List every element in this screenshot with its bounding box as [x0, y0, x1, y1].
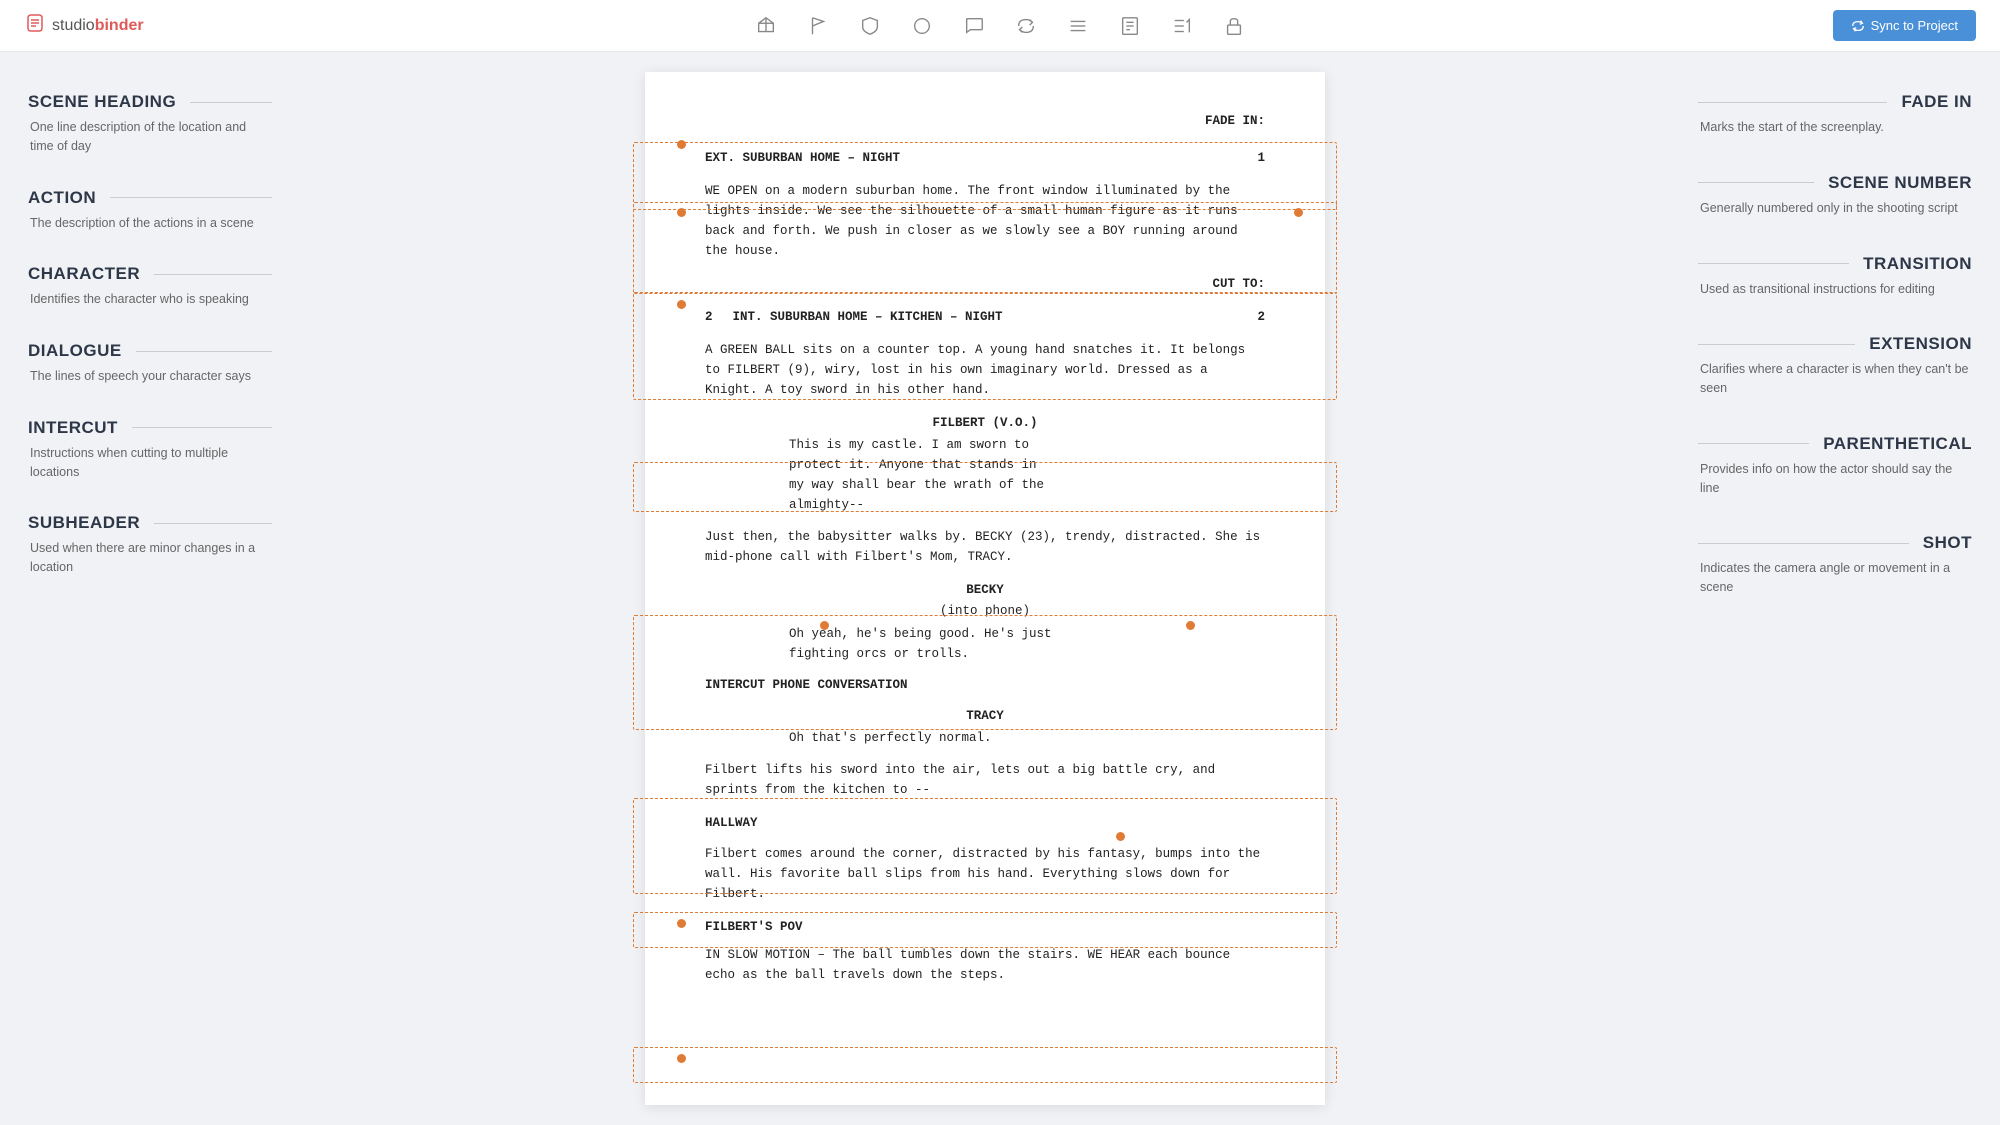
dot-intercut	[677, 919, 686, 928]
sidebar-title-character: CHARACTER	[28, 264, 272, 284]
lines-icon[interactable]	[1064, 12, 1092, 40]
sidebar-title-subheader: SUBHEADER	[28, 513, 272, 533]
right-title-shot: SHOT	[1698, 533, 1972, 553]
scene2-action5: IN SLOW MOTION – The ball tumbles down t…	[705, 945, 1265, 985]
right-item-parenthetical: PARENTHETICAL Provides info on how the a…	[1698, 434, 1972, 498]
right-item-transition: TRANSITION Used as transitional instruct…	[1698, 254, 1972, 299]
left-sidebar: SCENE HEADING One line description of th…	[0, 52, 300, 1125]
right-desc-fade-in: Marks the start of the screenplay.	[1698, 118, 1972, 137]
dialogue2: Oh yeah, he's being good. He's just figh…	[789, 624, 1181, 664]
sidebar-title-dialogue: DIALOGUE	[28, 341, 272, 361]
sidebar-desc-subheader: Used when there are minor changes in a l…	[28, 539, 272, 577]
sidebar-desc-dialogue: The lines of speech your character says	[28, 367, 272, 386]
right-desc-shot: Indicates the camera angle or movement i…	[1698, 559, 1972, 597]
logo-text: studiobinder	[52, 17, 144, 35]
dot-action1	[677, 300, 686, 309]
right-item-fade-in: FADE IN Marks the start of the screenpla…	[1698, 92, 1972, 137]
logo-studio: studio	[52, 17, 95, 34]
sidebar-desc-intercut: Instructions when cutting to multiple lo…	[28, 444, 272, 482]
scene2-number-right: 2	[1257, 308, 1265, 327]
sidebar-item-character: CHARACTER Identifies the character who i…	[28, 264, 272, 309]
sidebar-item-dialogue: DIALOGUE The lines of speech your charac…	[28, 341, 272, 386]
scene2-heading-row: 2 INT. SUBURBAN HOME – KITCHEN – NIGHT 2	[705, 308, 1265, 327]
right-item-shot: SHOT Indicates the camera angle or movem…	[1698, 533, 1972, 597]
bubble-icon[interactable]	[908, 12, 936, 40]
right-desc-parenthetical: Provides info on how the actor should sa…	[1698, 460, 1972, 498]
dialogue3: Oh that's perfectly normal.	[789, 728, 1181, 748]
sidebar-desc-scene-heading: One line description of the location and…	[28, 118, 272, 156]
notes-icon[interactable]	[1116, 12, 1144, 40]
screenplay-page: FADE IN: EXT. SUBURBAN HOME – NIGHT 1 WE…	[645, 72, 1325, 1105]
character3-name: TRACY	[705, 707, 1265, 726]
right-item-scene-number: SCENE NUMBER Generally numbered only in …	[1698, 173, 1972, 218]
sidebar-item-scene-heading: SCENE HEADING One line description of th…	[28, 92, 272, 156]
toolbar: studiobinder	[0, 0, 2000, 52]
scene1-number: 1	[1257, 149, 1265, 168]
dot-char1	[820, 621, 829, 630]
right-desc-scene-number: Generally numbered only in the shooting …	[1698, 199, 1972, 218]
dot-scene1-heading	[677, 208, 686, 217]
dot-subheader	[677, 1054, 686, 1063]
character2-name: BECKY	[705, 581, 1265, 600]
parenthetical1: (into phone)	[705, 602, 1265, 621]
dot-char1-right	[1186, 621, 1195, 630]
sync-button-label: Sync to Project	[1871, 18, 1958, 33]
right-title-parenthetical: PARENTHETICAL	[1698, 434, 1972, 454]
sidebar-item-subheader: SUBHEADER Used when there are minor chan…	[28, 513, 272, 577]
right-title-scene-number: SCENE NUMBER	[1698, 173, 1972, 193]
shot-block: FILBERT'S POV	[705, 918, 1265, 937]
main-layout: SCENE HEADING One line description of th…	[0, 52, 2000, 1125]
chat-icon[interactable]	[960, 12, 988, 40]
scene-breakdown-icon[interactable]	[752, 12, 780, 40]
fade-in: FADE IN:	[705, 112, 1265, 131]
sync-button[interactable]: Sync to Project	[1833, 10, 1976, 41]
sidebar-desc-character: Identifies the character who is speaking	[28, 290, 272, 309]
logo: studiobinder	[24, 12, 144, 40]
scene2-action4: Filbert comes around the corner, distrac…	[705, 844, 1265, 904]
dot-parenthetical	[1116, 832, 1125, 841]
scene1-transition: CUT TO:	[705, 275, 1265, 294]
sync-icon	[1851, 19, 1865, 33]
sidebar-item-action: ACTION The description of the actions in…	[28, 188, 272, 233]
sidebar-item-intercut: INTERCUT Instructions when cutting to mu…	[28, 418, 272, 482]
scene2-heading-text: INT. SUBURBAN HOME – KITCHEN – NIGHT	[733, 308, 1258, 327]
dot-scene1-number	[1294, 208, 1303, 217]
sidebar-title-scene-heading: SCENE HEADING	[28, 92, 272, 112]
scene1-action1: WE OPEN on a modern suburban home. The f…	[705, 181, 1265, 261]
scene2-action1: A GREEN BALL sits on a counter top. A yo…	[705, 340, 1265, 400]
character1-name: FILBERT (V.O.)	[705, 414, 1265, 433]
sort-icon[interactable]	[1168, 12, 1196, 40]
dialogue1: This is my castle. I am sworn to protect…	[789, 435, 1181, 515]
right-title-fade-in: FADE IN	[1698, 92, 1972, 112]
sidebar-title-intercut: INTERCUT	[28, 418, 272, 438]
annotation-box-subheader	[633, 1047, 1337, 1083]
refresh-icon[interactable]	[1012, 12, 1040, 40]
intercut-block: INTERCUT PHONE CONVERSATION	[705, 676, 1265, 695]
lock-icon[interactable]	[1220, 12, 1248, 40]
right-desc-transition: Used as transitional instructions for ed…	[1698, 280, 1972, 299]
right-title-extension: EXTENSION	[1698, 334, 1972, 354]
scene1-heading-row: EXT. SUBURBAN HOME – NIGHT 1	[705, 149, 1265, 168]
right-title-transition: TRANSITION	[1698, 254, 1972, 274]
logo-icon	[24, 12, 46, 40]
screenplay-container: FADE IN: EXT. SUBURBAN HOME – NIGHT 1 WE…	[300, 52, 1670, 1125]
right-desc-extension: Clarifies where a character is when they…	[1698, 360, 1972, 398]
right-sidebar: FADE IN Marks the start of the screenpla…	[1670, 52, 2000, 1125]
sidebar-title-action: ACTION	[28, 188, 272, 208]
right-item-extension: EXTENSION Clarifies where a character is…	[1698, 334, 1972, 398]
scene2-action2: Just then, the babysitter walks by. BECK…	[705, 527, 1265, 567]
scene2-number-left: 2	[705, 308, 713, 327]
subheader-block: HALLWAY	[705, 814, 1265, 833]
scene1-heading-text: EXT. SUBURBAN HOME – NIGHT	[705, 149, 900, 168]
flag-icon[interactable]	[804, 12, 832, 40]
dot-scene-heading	[677, 140, 686, 149]
shield-icon[interactable]	[856, 12, 884, 40]
sidebar-desc-action: The description of the actions in a scen…	[28, 214, 272, 233]
scene2-action3: Filbert lifts his sword into the air, le…	[705, 760, 1265, 800]
logo-binder: binder	[95, 17, 144, 34]
toolbar-icons	[752, 12, 1248, 40]
